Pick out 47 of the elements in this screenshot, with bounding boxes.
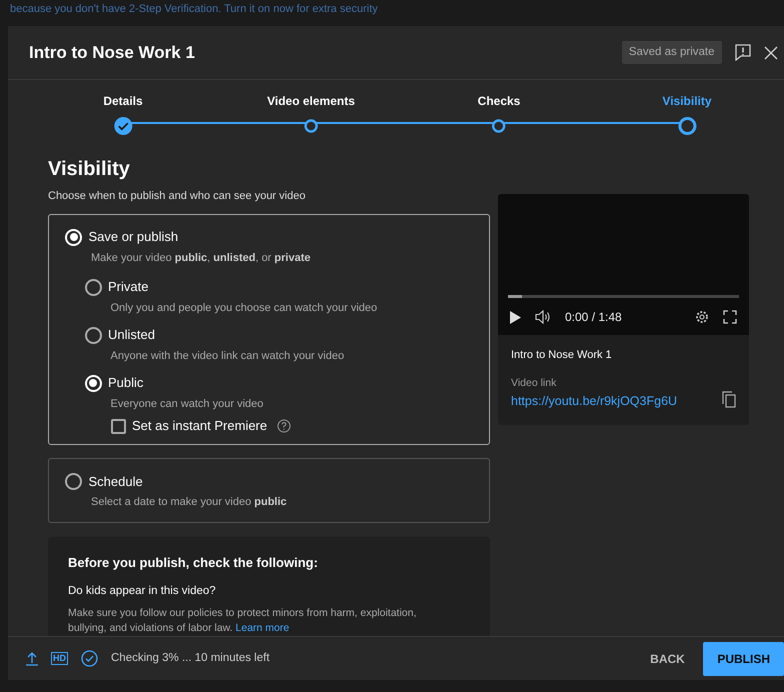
progress-track[interactable]: [508, 295, 739, 298]
section-heading: Visibility: [48, 157, 131, 182]
volume-icon[interactable]: [535, 310, 551, 324]
help-icon[interactable]: [276, 419, 291, 433]
option-label: Private: [108, 279, 148, 295]
option-description: Only you and people you choose can watch your video: [110, 300, 378, 316]
publish-button[interactable]: PUBLISH: [703, 642, 784, 676]
back-button[interactable]: BACK: [638, 642, 697, 676]
step-label[interactable]: Video elements: [267, 92, 355, 110]
video-link[interactable]: https://youtu.be/r9kjOQ3Fg6U: [511, 394, 678, 408]
hd-badge[interactable]: HD: [51, 652, 68, 665]
video-time: 0:00 / 1:48: [565, 309, 623, 326]
feedback-icon[interactable]: [734, 44, 750, 61]
checkbox-label: Set as instant Premiere: [132, 418, 268, 434]
option-label: Save or publish: [88, 229, 178, 245]
copy-icon[interactable]: [722, 390, 736, 408]
radio-button[interactable]: [84, 278, 102, 296]
banner-text: because you don't have 2-Step Verification. Turn it on now for extra security: [9, 2, 379, 17]
section-subtitle: Choose when to publish and who can see your video: [48, 189, 306, 204]
step-label[interactable]: Visibility: [662, 92, 712, 110]
checkbox[interactable]: [110, 418, 126, 434]
option-description: Everyone can watch your video: [110, 396, 264, 412]
processing-status: Checking 3% ... 10 minutes left: [111, 650, 271, 666]
video-title: Intro to Nose Work 1: [511, 348, 613, 363]
checklist-text: Make sure you follow our policies to protect minors from harm, exploitation, bullying, and violations of labor law. Learn more: [68, 606, 418, 636]
save-status: Saved as private: [622, 40, 722, 64]
option-label: Unlisted: [108, 327, 155, 343]
checklist-title: Before you publish, check the following:: [68, 554, 319, 572]
step-label[interactable]: Details: [103, 92, 143, 110]
learn-more-link[interactable]: Learn more: [236, 622, 290, 634]
fullscreen-icon[interactable]: [723, 310, 737, 324]
radio-button[interactable]: [65, 473, 82, 490]
dialog-title: Intro to Nose Work 1: [29, 42, 196, 64]
video-link-label: Video link: [511, 376, 558, 390]
upload-icon[interactable]: [26, 651, 38, 666]
option-label: Public: [108, 375, 144, 391]
check-circle-icon[interactable]: [81, 650, 98, 667]
settings-icon[interactable]: [695, 310, 709, 324]
option-label: Schedule: [88, 474, 143, 490]
radio-button[interactable]: [84, 326, 102, 344]
option-description: Select a date to make your video public: [91, 495, 288, 510]
step-label[interactable]: Checks: [478, 92, 520, 110]
close-icon[interactable]: [764, 46, 778, 60]
option-description: Anyone with the video link can watch your video: [110, 348, 346, 364]
checklist-question: Do kids appear in this video?: [68, 584, 217, 598]
play-icon[interactable]: [510, 310, 521, 324]
option-description: Make your video public, unlisted, or private: [91, 250, 312, 266]
